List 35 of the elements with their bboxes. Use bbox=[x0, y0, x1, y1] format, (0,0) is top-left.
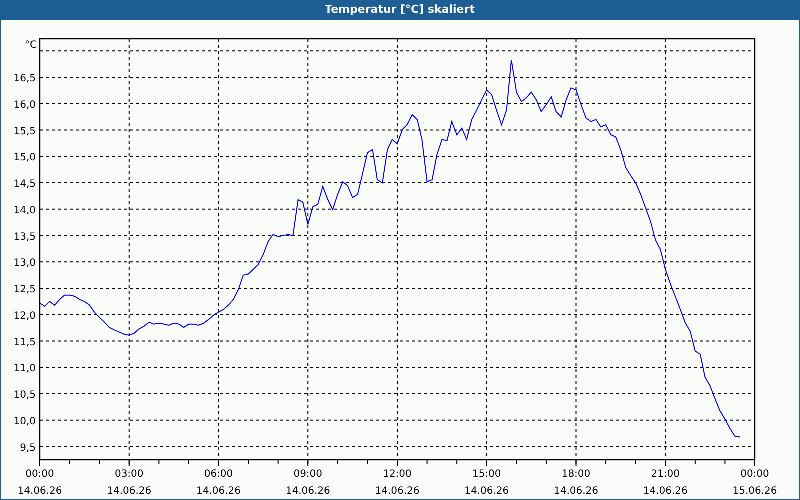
y-tick-label: 13,0 bbox=[14, 258, 36, 270]
y-tick-label: 10,0 bbox=[14, 416, 36, 428]
y-tick-label: 14,0 bbox=[14, 205, 36, 216]
x-tick-date: 14.06.26 bbox=[286, 486, 330, 497]
y-tick-label: 12,5 bbox=[14, 284, 36, 296]
y-tick-label: 16,5 bbox=[14, 74, 36, 85]
x-tick-time: 03:00 bbox=[114, 469, 144, 480]
x-tick-time: 09:00 bbox=[294, 469, 323, 480]
y-tick-label: 15,5 bbox=[14, 126, 36, 138]
y-tick-label: 9,5 bbox=[20, 442, 36, 454]
x-tick-date: 14.06.26 bbox=[107, 486, 152, 497]
x-tick-time: 06:00 bbox=[204, 469, 234, 480]
x-tick-time: 21:00 bbox=[651, 469, 680, 480]
y-tick-label: 13,5 bbox=[14, 232, 36, 243]
x-tick-date: 14.06.26 bbox=[464, 486, 510, 497]
x-tick-time: 15:00 bbox=[472, 469, 502, 480]
y-tick-label: 14,5 bbox=[14, 179, 36, 190]
window-title: Temperatur [°C] skaliert bbox=[324, 2, 476, 18]
y-tick-label: 12,0 bbox=[14, 310, 36, 322]
x-tick-time: 00:00 bbox=[26, 469, 54, 480]
x-tick-time: 18:00 bbox=[562, 469, 591, 480]
y-tick-label: 16,0 bbox=[14, 100, 36, 111]
x-tick-date: 14.06.26 bbox=[375, 486, 420, 497]
y-axis-unit: °C bbox=[25, 40, 37, 51]
x-tick-date: 14.06.26 bbox=[196, 486, 242, 497]
x-tick-time: 12:00 bbox=[383, 469, 412, 480]
x-tick-date: 14.06.26 bbox=[18, 486, 62, 497]
y-tick-label: 15,0 bbox=[14, 152, 36, 164]
x-tick-date: 14.06.26 bbox=[643, 486, 688, 497]
x-tick-date: 14.06.26 bbox=[554, 486, 599, 497]
y-tick-label: 11,5 bbox=[14, 337, 36, 348]
x-tick-time: 00:00 bbox=[740, 469, 770, 480]
x-tick-date: 15.06.26 bbox=[732, 486, 778, 497]
y-tick-label: 11,0 bbox=[14, 364, 36, 375]
y-tick-label: 10,5 bbox=[14, 390, 36, 402]
